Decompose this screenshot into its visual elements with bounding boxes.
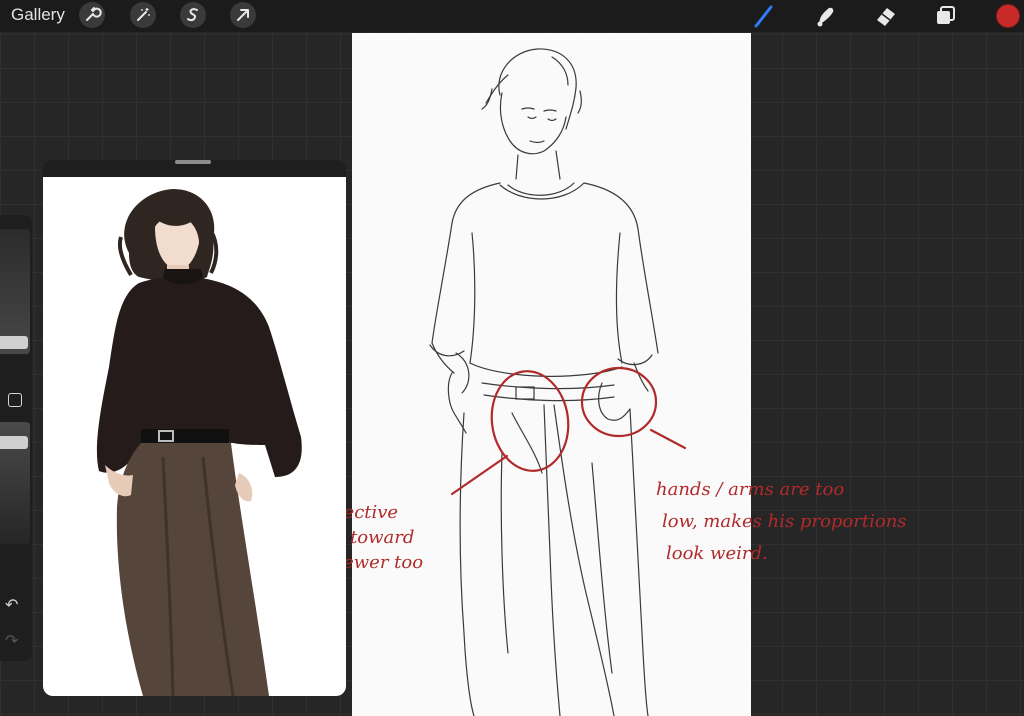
annotation-line: look weird. bbox=[666, 543, 768, 564]
brush-size-handle[interactable] bbox=[0, 336, 28, 349]
transform-arrow-icon[interactable] bbox=[230, 2, 256, 28]
reference-window[interactable] bbox=[43, 160, 346, 696]
brush-icon[interactable] bbox=[751, 2, 779, 30]
reference-figure bbox=[96, 189, 302, 696]
eraser-icon[interactable] bbox=[872, 2, 900, 30]
annotation-line: low, makes his proportions bbox=[662, 511, 907, 532]
selection-icon[interactable] bbox=[180, 2, 206, 28]
color-picker-button[interactable] bbox=[996, 4, 1020, 28]
redo-icon[interactable]: ↷ bbox=[5, 631, 18, 650]
gallery-button[interactable]: Gallery bbox=[11, 5, 65, 25]
undo-icon[interactable]: ↶ bbox=[5, 595, 18, 614]
left-sidebar: ↶ ↷ bbox=[0, 215, 32, 661]
wrench-icon[interactable] bbox=[79, 2, 105, 28]
annotation-note-right: hands / arms are too low, makes his prop… bbox=[656, 474, 1016, 570]
annotation-line: hands / arms are too bbox=[656, 479, 845, 500]
opacity-slider[interactable] bbox=[0, 422, 30, 544]
brush-size-slider[interactable] bbox=[0, 229, 30, 354]
smudge-icon[interactable] bbox=[812, 2, 840, 30]
drawing-canvas[interactable] bbox=[352, 33, 751, 716]
magic-wand-icon[interactable] bbox=[130, 2, 156, 28]
top-toolbar: Gallery bbox=[0, 0, 1024, 32]
reference-drag-handle[interactable] bbox=[175, 160, 211, 164]
opacity-handle[interactable] bbox=[0, 436, 28, 449]
layers-icon[interactable] bbox=[932, 2, 960, 30]
reference-image bbox=[43, 177, 346, 696]
modify-button[interactable] bbox=[8, 393, 22, 407]
sketch-figure bbox=[429, 48, 659, 716]
